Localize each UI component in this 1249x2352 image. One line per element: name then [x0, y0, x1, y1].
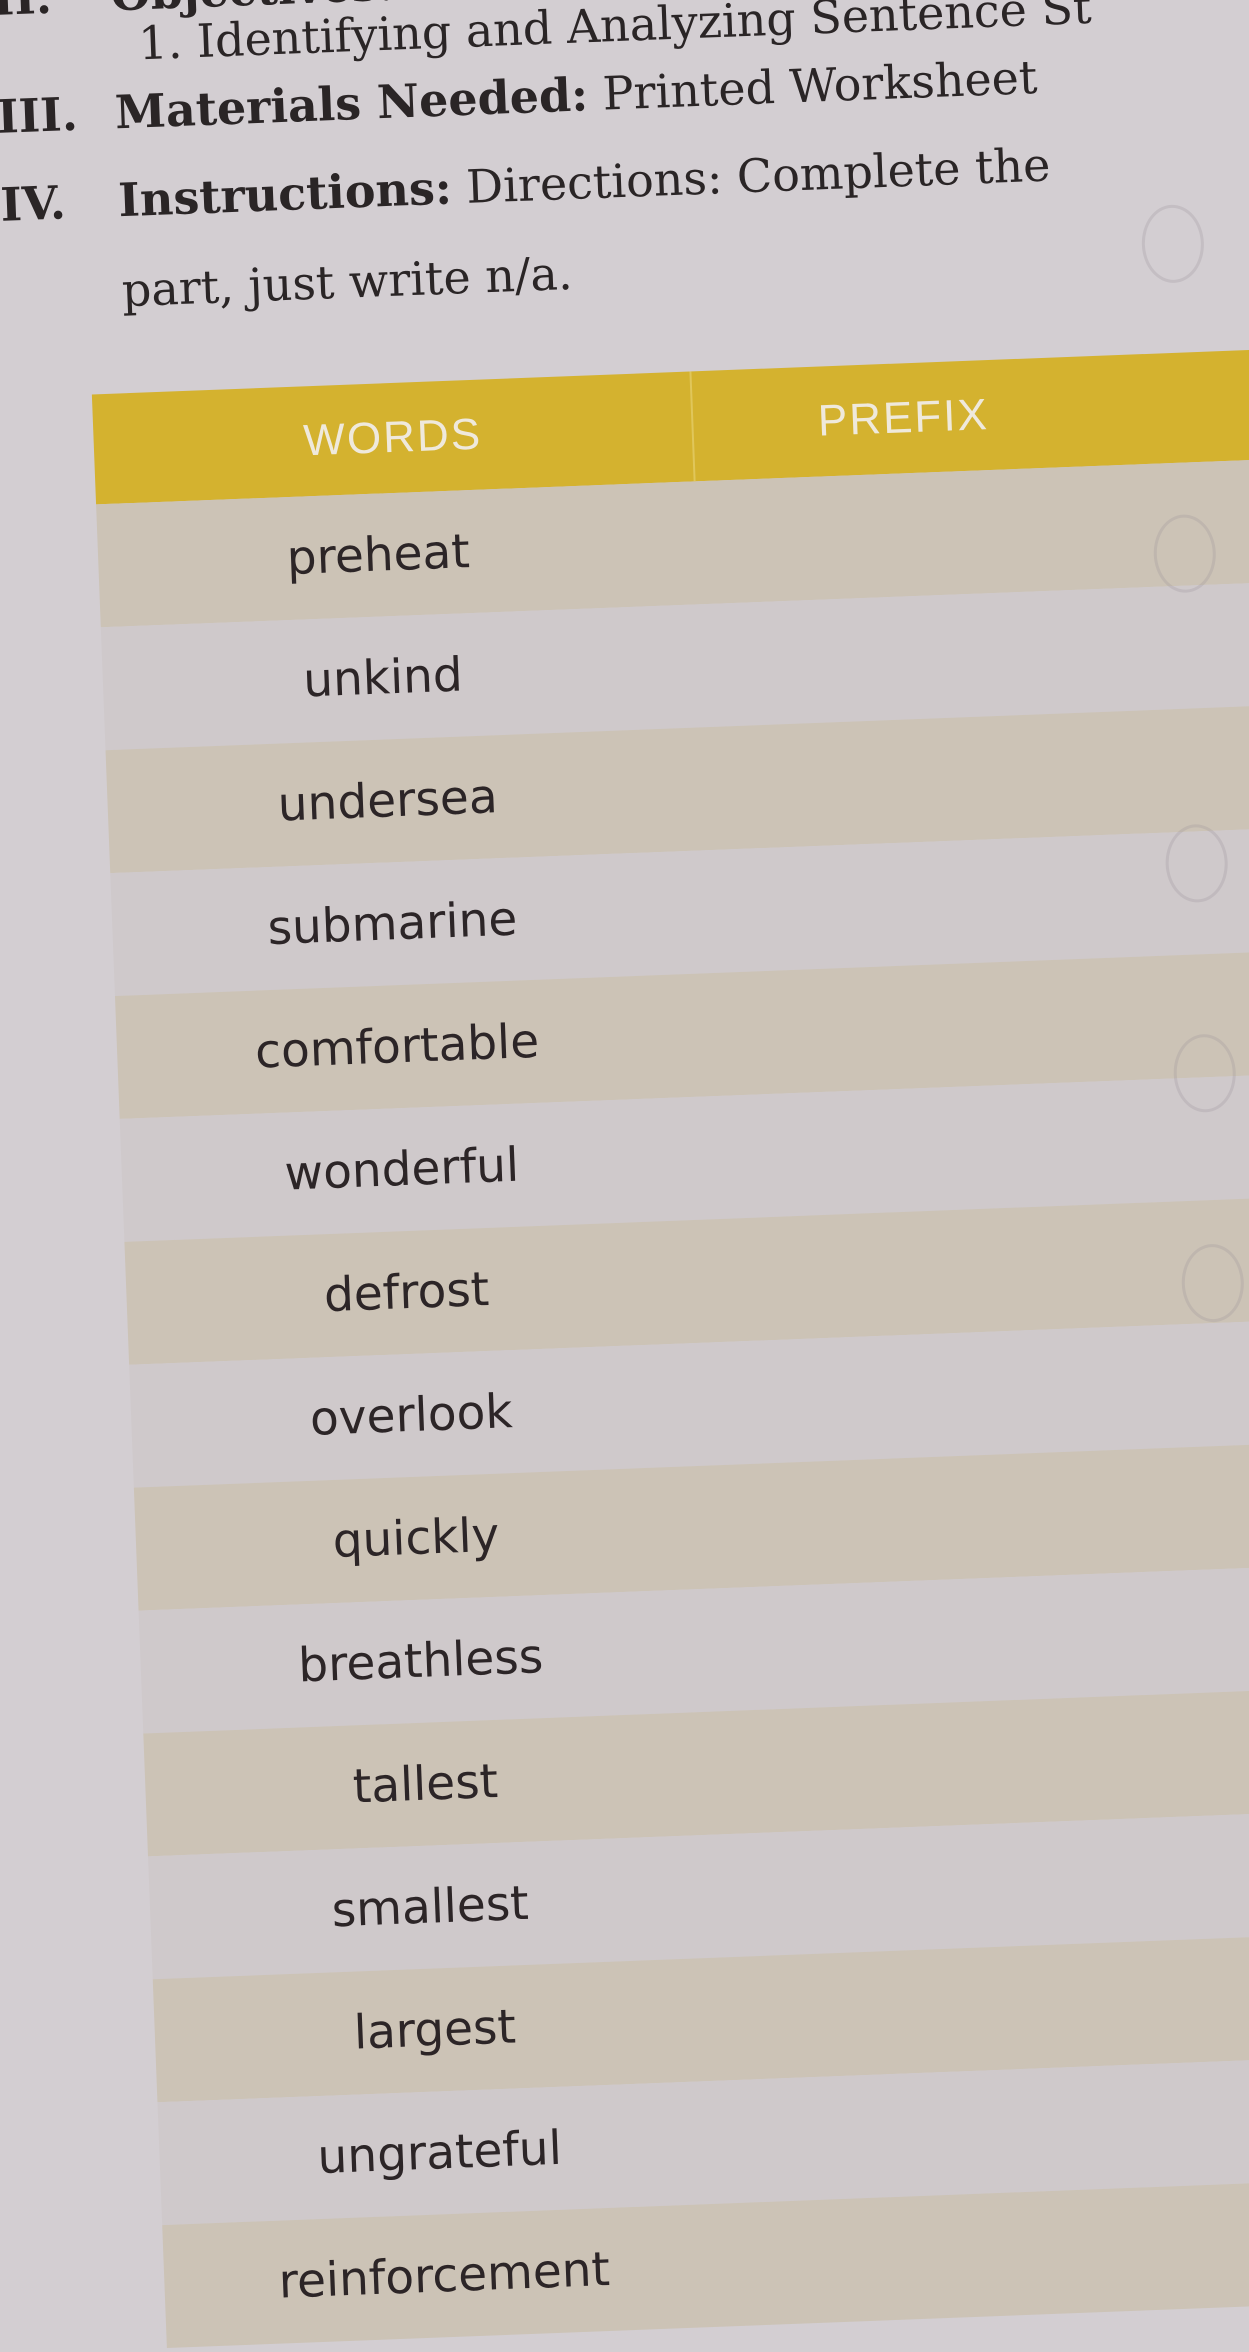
section-label: Materials Needed: [114, 67, 590, 140]
table-body: preheat unkind undersea submarine comfortabl… [96, 458, 1249, 2349]
prefix-table: WORDS PREFIX preheat unkind undersea submar… [91, 348, 1249, 2349]
word-cell: submarine [266, 891, 519, 957]
section-numeral: III. [0, 86, 79, 144]
word-cell: comfortable [254, 1013, 541, 1080]
worksheet-page: II.Objectives: 1. Identifying and Analyz… [0, 0, 1249, 2349]
column-header-prefix: PREFIX [817, 390, 990, 446]
word-cell: wonderful [283, 1137, 521, 1202]
prefix-answer-cell[interactable] [696, 1503, 1249, 1528]
word-cell: largest [352, 1999, 517, 2061]
bleed-through-circle [1140, 203, 1206, 285]
prefix-answer-cell[interactable] [663, 643, 1249, 668]
prefix-answer-cell[interactable] [705, 1749, 1249, 1774]
section-text: part, just write n/a. [120, 245, 574, 318]
prefix-answer-cell[interactable] [686, 1257, 1249, 1282]
word-cell: ungrateful [316, 2120, 563, 2186]
prefix-answer-cell[interactable] [724, 2241, 1249, 2266]
section-numeral: II. [0, 0, 111, 26]
word-cell: overlook [308, 1384, 514, 1447]
word-cell: defrost [322, 1261, 491, 1324]
prefix-answer-cell[interactable] [682, 1134, 1249, 1159]
word-cell: quickly [331, 1507, 501, 1570]
prefix-answer-cell[interactable] [677, 1011, 1249, 1036]
section-text: Printed Worksheet [586, 49, 1039, 122]
word-cell: undersea [276, 769, 499, 833]
word-cell: reinforcement [277, 2241, 611, 2310]
word-cell: breathless [297, 1629, 545, 1694]
word-cell: preheat [285, 524, 471, 587]
word-cell: unkind [302, 647, 464, 709]
section-text: Directions: Complete the [450, 137, 1052, 215]
prefix-answer-cell[interactable] [701, 1626, 1249, 1651]
section-label: Instructions: [117, 160, 453, 228]
prefix-answer-cell[interactable] [691, 1380, 1249, 1405]
instructions-continuation: part, just write n/a. [120, 245, 574, 318]
prefix-answer-cell[interactable] [667, 766, 1249, 791]
column-header-words: WORDS [91, 371, 696, 505]
prefix-answer-cell[interactable] [710, 1872, 1249, 1897]
word-cell: tallest [351, 1753, 500, 1815]
prefix-answer-cell[interactable] [719, 2118, 1249, 2143]
word-cell: smallest [330, 1875, 530, 1939]
section-instructions: IV. Instructions: Directions: Complete th… [0, 137, 1052, 232]
section-numeral: IV. [0, 175, 67, 232]
prefix-answer-cell[interactable] [715, 1995, 1249, 2020]
prefix-answer-cell[interactable] [672, 889, 1249, 914]
